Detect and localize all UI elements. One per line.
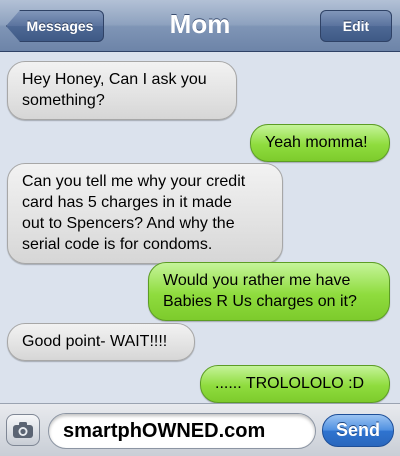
message-bubble-received: Can you tell me why your credit card has… [7, 163, 283, 264]
back-button[interactable]: Messages [6, 10, 104, 42]
send-button[interactable]: Send [322, 414, 394, 447]
message-list: Hey Honey, Can I ask you something? Yeah… [0, 53, 400, 403]
camera-icon [13, 422, 33, 438]
message-line: serial code is for condoms. [22, 236, 213, 253]
compose-bar: smartphOWNED.com Send [0, 403, 400, 456]
message-line: out to Spencers? And why the [22, 215, 235, 232]
message-line: card has 5 charges in it made [22, 194, 232, 211]
message-bubble-sent: Would you rather me have Babies R Us cha… [148, 262, 390, 321]
message-line: Hey Honey, Can I ask you [22, 71, 207, 88]
message-line: something? [22, 92, 105, 109]
message-bubble-received: Good point- WAIT!!!! [7, 323, 195, 361]
message-line: ...... TROLOLOLO :D [215, 375, 365, 392]
message-bubble-sent: ...... TROLOLOLO :D [200, 365, 390, 403]
edit-button[interactable]: Edit [320, 10, 392, 42]
message-line: Would you rather me have [163, 272, 351, 289]
message-input[interactable]: smartphOWNED.com [48, 413, 316, 449]
message-line: Babies R Us charges on it? [163, 293, 357, 310]
conversation-title: Mom [169, 9, 231, 39]
message-line: Yeah momma! [265, 134, 368, 151]
message-line: Can you tell me why your credit [22, 173, 246, 190]
message-bubble-received: Hey Honey, Can I ask you something? [7, 61, 237, 120]
message-line: Good point- WAIT!!!! [22, 333, 168, 350]
camera-button[interactable] [6, 414, 40, 446]
message-bubble-sent: Yeah momma! [250, 124, 390, 162]
nav-bar: Messages Mom Edit [0, 0, 400, 52]
